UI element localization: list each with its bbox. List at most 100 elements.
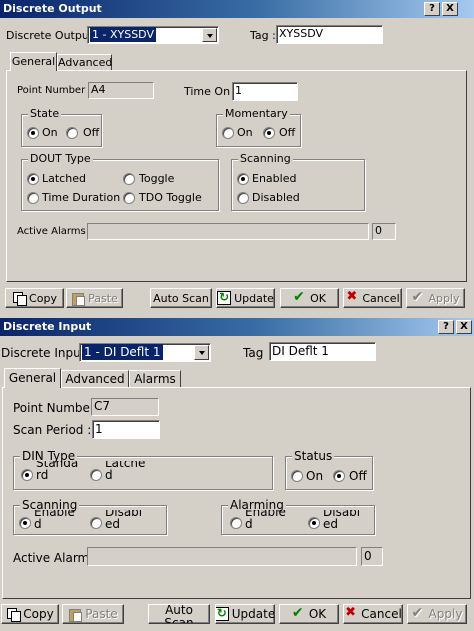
scanning-enabled-radio[interactable] (19, 517, 31, 529)
copy-icon (12, 291, 28, 306)
point-number-label: Point Number (13, 401, 95, 415)
copy-button[interactable]: Copy (5, 288, 64, 308)
window-title: Discrete Output (3, 2, 102, 15)
button-label: Apply (428, 291, 460, 305)
discrete-output-titlebar[interactable]: Discrete Output ? X (0, 0, 474, 18)
discrete-output-window: Discrete Output ? X Discrete Outputs : 1… (0, 0, 474, 318)
group-title: DOUT Type (28, 152, 93, 165)
button-label: Cancel (362, 291, 400, 305)
apply-button[interactable]: Apply (407, 604, 467, 624)
scanning-disabled-radio[interactable] (237, 192, 249, 204)
tab-advanced[interactable]: Advanced (57, 54, 112, 71)
tag-input[interactable]: XYSSDV (276, 25, 383, 44)
group-title: Momentary (223, 107, 290, 120)
apply-button[interactable]: Apply (406, 288, 465, 308)
point-number-field: A4 (88, 82, 154, 99)
apply-icon (412, 605, 426, 621)
help-icon: ? (443, 321, 449, 332)
state-on-radio[interactable] (27, 127, 39, 139)
tab-advanced[interactable]: Advanced (61, 370, 129, 388)
help-button[interactable]: ? (438, 320, 454, 334)
tab-label: Alarms (134, 372, 176, 386)
general-tab-panel: Point Number : A4 Time On : 1 State On O… (6, 70, 467, 282)
alarming-group: Alarming Enabled Disabled (221, 498, 375, 535)
button-label: Paste (85, 607, 118, 621)
time-on-input[interactable]: 1 (232, 82, 298, 101)
point-number-field: C7 (91, 398, 159, 416)
button-label: Auto Scan (164, 604, 194, 624)
momentary-on-radio[interactable] (222, 127, 234, 139)
radio-label: Enabled (34, 510, 75, 530)
window-title: Discrete Input (3, 320, 92, 333)
button-label: Paste (88, 291, 118, 305)
tab-label: Advanced (65, 372, 125, 386)
discrete-input-window: Discrete Input ? X Discrete Inputs 1 - D… (0, 318, 474, 631)
cancel-button[interactable]: Cancel (343, 288, 402, 308)
alarming-disabled-radio[interactable] (308, 517, 320, 529)
chevron-down-icon[interactable] (194, 345, 209, 360)
copy-button[interactable]: Copy (1, 604, 59, 624)
button-label: OK (308, 607, 327, 621)
ok-button[interactable]: OK (279, 604, 339, 624)
standard-radio[interactable] (21, 469, 33, 481)
update-button[interactable]: Update (216, 288, 275, 308)
chevron-down-icon[interactable] (202, 28, 217, 42)
time-on-label: Time On : (184, 85, 238, 98)
latched-radio[interactable] (90, 469, 102, 481)
general-tab-panel: Point Number C7 Scan Period : 1 DIN Type… (2, 387, 471, 599)
tab-general[interactable]: General (10, 52, 57, 71)
close-icon: X (446, 3, 454, 14)
radio-label: Enabled (252, 172, 297, 185)
alarming-enabled-radio[interactable] (230, 517, 242, 529)
auto-scan-button[interactable]: Auto Scan (150, 288, 212, 308)
tab-label: General (11, 55, 56, 68)
button-label: Auto Scan (153, 291, 209, 305)
paste-button[interactable]: Paste (62, 604, 124, 624)
paste-button[interactable]: Paste (66, 288, 123, 308)
status-off-radio[interactable] (333, 470, 345, 482)
close-icon: X (460, 321, 468, 332)
button-label: OK (310, 291, 326, 305)
radio-label: Off (83, 126, 100, 139)
apply-icon (411, 289, 425, 305)
radio-label: On (42, 126, 58, 139)
ok-button[interactable]: OK (280, 288, 339, 308)
update-button[interactable]: Update (215, 604, 275, 624)
radio-label: Disabled (252, 191, 300, 204)
close-button[interactable]: X (442, 2, 458, 16)
radio-label: TDO Toggle (139, 191, 202, 204)
discrete-outputs-combo[interactable]: 1 - XYSSDV (87, 26, 219, 44)
status-on-radio[interactable] (291, 470, 303, 482)
tab-alarms[interactable]: Alarms (129, 370, 181, 388)
discrete-inputs-combo[interactable]: 1 - DI Deflt 1 (79, 343, 211, 362)
dout-type-group: DOUT Type Latched Toggle Time Duration T… (21, 152, 219, 211)
active-alarms-label: Active Alarms : (17, 226, 93, 237)
momentary-off-radio[interactable] (263, 127, 275, 139)
tag-input[interactable]: DI Deflt 1 (269, 342, 376, 361)
radio-label: On (306, 469, 324, 483)
toggle-radio[interactable] (123, 173, 135, 185)
button-label: Update (234, 291, 274, 305)
state-off-radio[interactable] (66, 127, 78, 139)
tab-label: General (8, 371, 57, 385)
latched-radio[interactable] (27, 173, 39, 185)
cancel-button[interactable]: Cancel (343, 604, 403, 624)
tdo-toggle-radio[interactable] (123, 192, 135, 204)
help-button[interactable]: ? (424, 2, 440, 16)
radio-label: Time Duration (42, 191, 121, 204)
scanning-disabled-radio[interactable] (90, 517, 102, 529)
combo-selected-value: 1 - XYSSDV (90, 27, 156, 42)
group-title: Status (292, 449, 335, 463)
time-duration-radio[interactable] (27, 192, 39, 204)
tab-general[interactable]: General (4, 368, 61, 388)
button-label: Copy (29, 291, 57, 305)
group-title: Scanning (238, 152, 293, 165)
discrete-input-titlebar[interactable]: Discrete Input ? X (0, 318, 474, 336)
scan-period-input[interactable]: 1 (92, 420, 160, 439)
scanning-enabled-radio[interactable] (237, 173, 249, 185)
auto-scan-button[interactable]: Auto Scan (148, 604, 210, 624)
momentary-group: Momentary On Off (216, 107, 301, 147)
radio-label: Disabled (323, 510, 361, 530)
button-label: Copy (23, 607, 54, 621)
close-button[interactable]: X (456, 320, 472, 334)
